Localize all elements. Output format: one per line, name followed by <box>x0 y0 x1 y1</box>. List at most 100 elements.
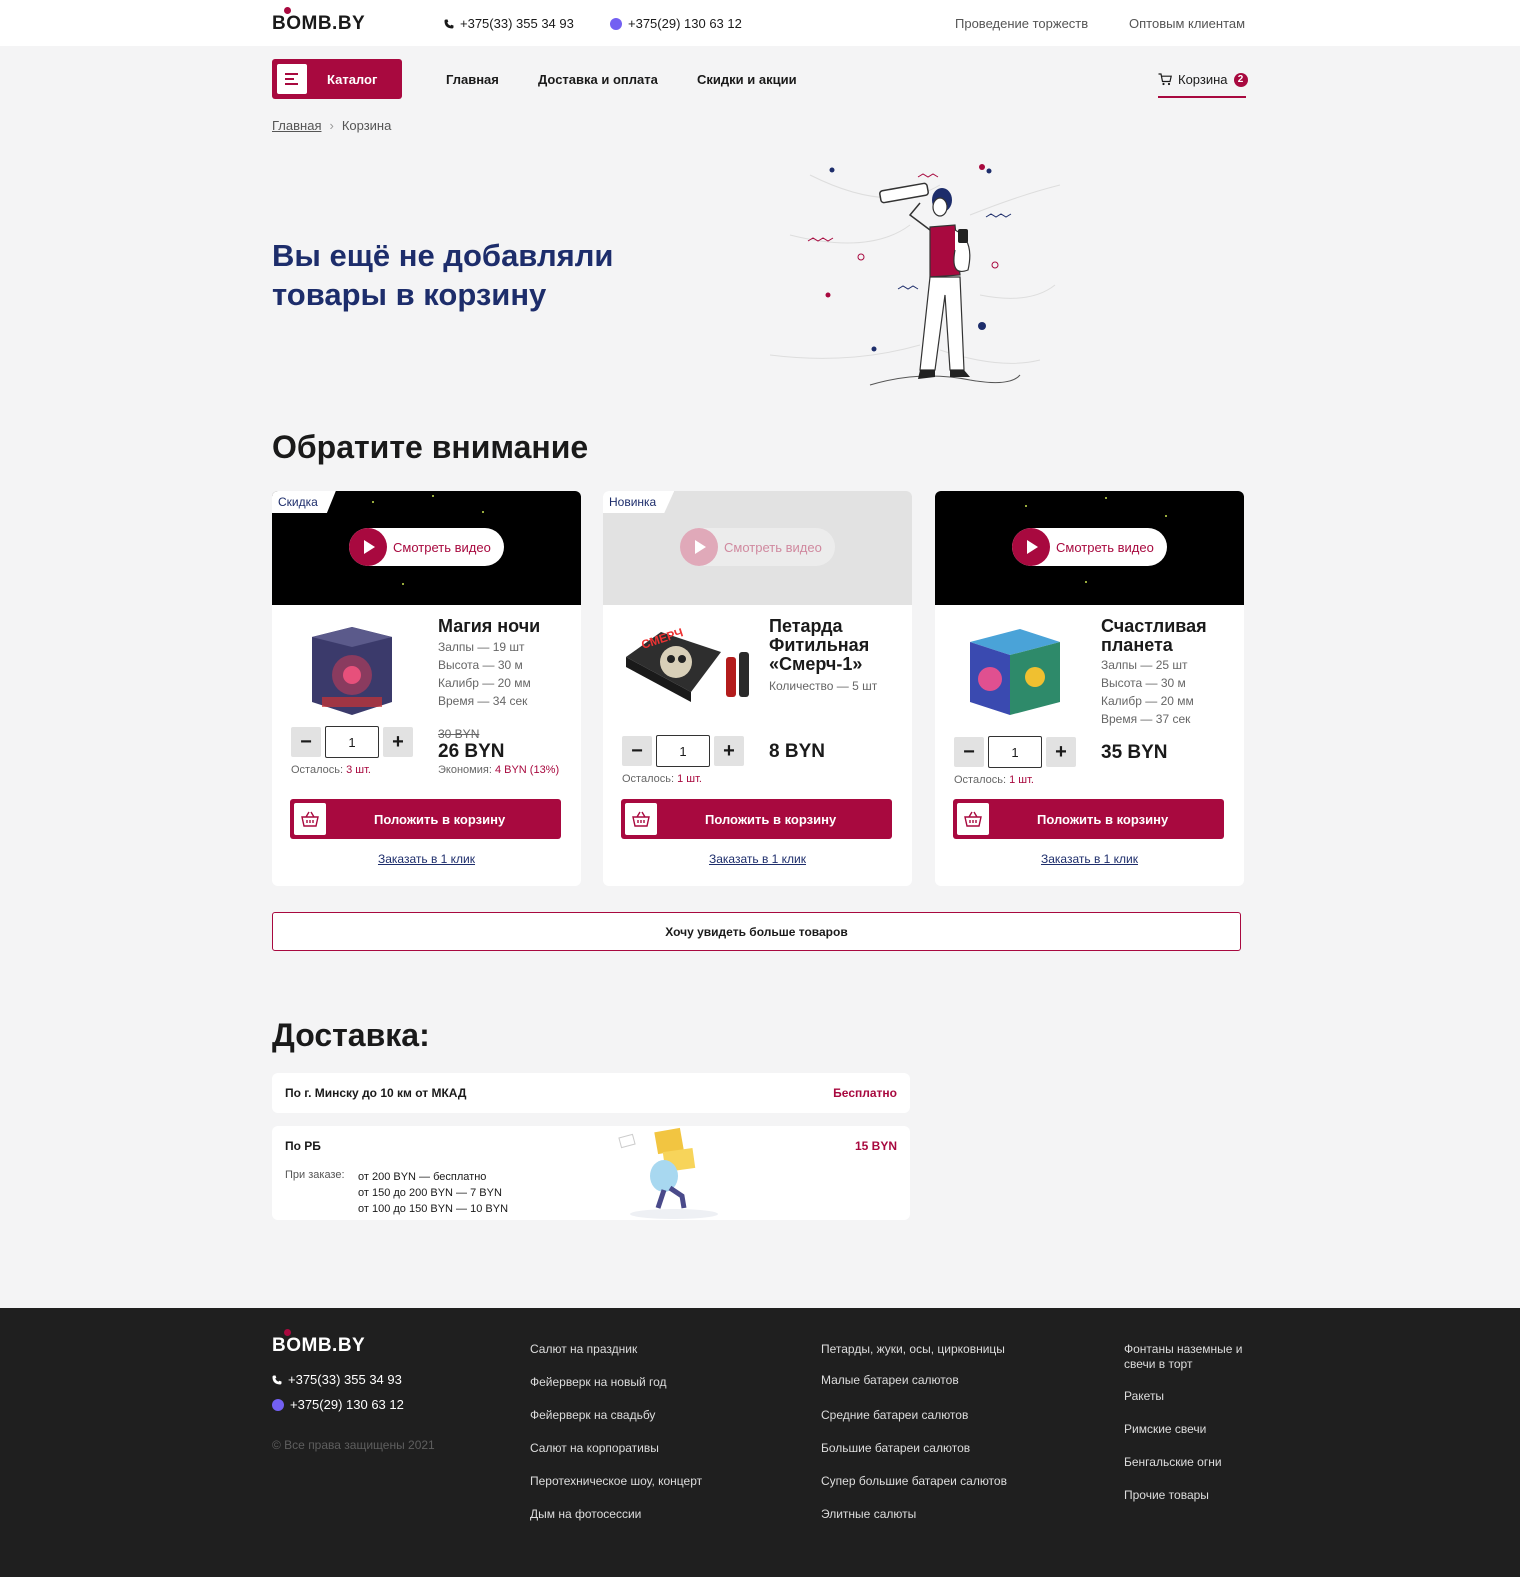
footer-link[interactable]: Фейерверк на свадьбу <box>530 1408 655 1422</box>
add-to-cart-button[interactable]: Положить в корзину <box>290 799 561 839</box>
basket-icon <box>957 803 989 835</box>
footer: BOMB.BY +375(33) 355 34 93 +375(29) 130 … <box>0 1308 1520 1577</box>
spyglass-girl-illustration <box>770 164 1061 386</box>
footer-link[interactable]: Прочие товары <box>1124 1488 1209 1502</box>
breadcrumb-home[interactable]: Главная <box>272 118 321 133</box>
quantity-input[interactable]: 1 <box>325 726 379 758</box>
footer-phone-1-text: +375(33) 355 34 93 <box>288 1372 402 1387</box>
quantity-input[interactable]: 1 <box>988 736 1042 768</box>
top-bar: BOMB.BY +375(33) 355 34 93 +375(29) 130 … <box>0 0 1520 46</box>
product-specs: Количество — 5 шт <box>769 677 877 695</box>
nav-sales[interactable]: Скидки и акции <box>697 72 797 87</box>
footer-link[interactable]: Перотехническое шоу, концерт <box>530 1474 702 1488</box>
footer-phone-2-text: +375(29) 130 63 12 <box>290 1397 404 1412</box>
footer-link[interactable]: Фейерверк на новый год <box>530 1375 667 1389</box>
product-name[interactable]: Петарда Фитильная «Смерч-1» <box>769 617 904 674</box>
footer-link[interactable]: Петарды, жуки, осы, цирковницы <box>821 1342 1005 1356</box>
quantity-input[interactable]: 1 <box>656 735 710 767</box>
footer-link[interactable]: Супер большие батареи салютов <box>821 1474 1007 1488</box>
viber-icon <box>272 1398 284 1411</box>
product-video-preview[interactable]: Скидка Смотреть видео <box>272 491 581 605</box>
increase-button[interactable]: + <box>383 727 413 757</box>
cart-label: Корзина <box>1178 72 1228 87</box>
one-click-order-link[interactable]: Заказать в 1 клик <box>272 852 581 866</box>
decrease-button[interactable]: − <box>954 737 984 767</box>
events-link[interactable]: Проведение торжеств <box>955 16 1088 31</box>
delivery-rb-note: При заказе: <box>285 1169 345 1181</box>
footer-link[interactable]: Салют на корпоративы <box>530 1441 659 1455</box>
footer-link[interactable]: Большие батареи салютов <box>821 1441 970 1455</box>
header-phone-1[interactable]: +375(33) 355 34 93 <box>444 16 574 31</box>
product-tag: Скидка <box>272 491 336 513</box>
price: 35 BYN <box>1101 742 1168 763</box>
footer-link[interactable]: Ракеты <box>1124 1389 1164 1403</box>
add-to-cart-label: Положить в корзину <box>705 811 837 827</box>
one-click-order-link[interactable]: Заказать в 1 клик <box>935 852 1244 866</box>
saving-label: Экономия: <box>438 764 492 776</box>
one-click-order-link[interactable]: Заказать в 1 клик <box>603 852 912 866</box>
catalog-button[interactable]: Каталог <box>272 59 402 99</box>
increase-button[interactable]: + <box>714 736 744 766</box>
footer-link[interactable]: Бенгальские огни <box>1124 1455 1222 1469</box>
add-to-cart-label: Положить в корзину <box>374 811 506 827</box>
header-phone-2-text: +375(29) 130 63 12 <box>628 16 742 31</box>
footer-link[interactable]: Элитные салюты <box>821 1507 916 1521</box>
add-to-cart-button[interactable]: Положить в корзину <box>621 799 892 839</box>
delivery-rb-row: По РБ 15 BYN При заказе: от 200 BYN — бе… <box>272 1126 910 1220</box>
footer-logo[interactable]: BOMB.BY <box>272 1329 365 1357</box>
decrease-button[interactable]: − <box>622 736 652 766</box>
wholesale-link[interactable]: Оптовым клиентам <box>1129 16 1245 31</box>
cart-icon <box>1158 73 1172 86</box>
price: 8 BYN <box>769 741 825 762</box>
saving-value: 4 BYN (13%) <box>494 764 560 776</box>
footer-link[interactable]: Фонтаны наземные и свечи в торт <box>1124 1342 1249 1372</box>
quantity-stepper: − 1 + <box>954 736 1076 768</box>
product-tag: Новинка <box>603 491 675 513</box>
viber-icon <box>610 17 622 30</box>
footer-link[interactable]: Салют на праздник <box>530 1342 637 1356</box>
product-video-preview[interactable]: Новинка Смотреть видео <box>603 491 912 605</box>
add-to-cart-button[interactable]: Положить в корзину <box>953 799 1224 839</box>
nav-home[interactable]: Главная <box>446 72 499 87</box>
footer-phone-1[interactable]: +375(33) 355 34 93 <box>272 1372 402 1387</box>
product-specs: Залпы — 25 шт Высота — 30 м Калибр — 20 … <box>1101 656 1194 728</box>
catalog-label: Каталог <box>327 71 378 87</box>
delivery-rb-price: 15 BYN <box>854 1139 897 1153</box>
footer-link[interactable]: Дым на фотосессии <box>530 1507 641 1521</box>
phone-icon <box>272 1375 282 1384</box>
one-click-label: Заказать в 1 клик <box>708 852 807 866</box>
watch-video-label: Смотреть видео <box>724 539 822 555</box>
product-specs: Залпы — 19 шт Высота — 30 м Калибр — 20 … <box>438 638 531 710</box>
watch-video-button[interactable]: Смотреть видео <box>349 528 504 566</box>
nav-cart[interactable]: Корзина 2 <box>1158 72 1248 87</box>
delivery-minsk-row: По г. Минску до 10 км от МКАД Бесплатно <box>272 1073 910 1113</box>
stock-value: 1 шт. <box>1009 774 1034 786</box>
product-name[interactable]: Счастливая планета <box>1101 617 1236 655</box>
product-image <box>970 629 1060 715</box>
spec-line: Высота — 30 м <box>438 658 523 672</box>
watch-video-label: Смотреть видео <box>1056 539 1154 555</box>
product-image: СМЕРЧ <box>626 625 749 702</box>
increase-button[interactable]: + <box>1046 737 1076 767</box>
basket-icon <box>294 803 326 835</box>
spec-line: Калибр — 20 мм <box>438 676 531 690</box>
product-video-preview[interactable]: Смотреть видео <box>935 491 1244 605</box>
footer-link[interactable]: Малые батареи салютов <box>821 1373 959 1387</box>
watch-video-button[interactable]: Смотреть видео <box>1012 528 1167 566</box>
logo[interactable]: BOMB.BY <box>272 7 365 35</box>
stock-info: Осталось: 3 шт. <box>291 764 371 776</box>
footer-link[interactable]: Римские свечи <box>1124 1422 1206 1436</box>
product-name[interactable]: Магия ночи <box>438 617 573 636</box>
old-price: 30 BYN <box>438 727 480 741</box>
stock-info: Осталось: 1 шт. <box>622 773 702 785</box>
nav-delivery[interactable]: Доставка и оплата <box>538 72 658 87</box>
stock-info: Осталось: 1 шт. <box>954 774 1034 786</box>
header-phone-2[interactable]: +375(29) 130 63 12 <box>610 16 742 31</box>
breadcrumb-current: Корзина <box>341 118 392 133</box>
footer-phone-2[interactable]: +375(29) 130 63 12 <box>272 1397 404 1412</box>
watch-video-button[interactable]: Смотреть видео <box>680 528 835 566</box>
footer-link[interactable]: Средние батареи салютов <box>821 1408 968 1422</box>
decrease-button[interactable]: − <box>291 727 321 757</box>
show-more-products-button[interactable]: Хочу увидеть больше товаров <box>272 912 1241 951</box>
saving: Экономия: 4 BYN (13%) <box>438 764 559 776</box>
